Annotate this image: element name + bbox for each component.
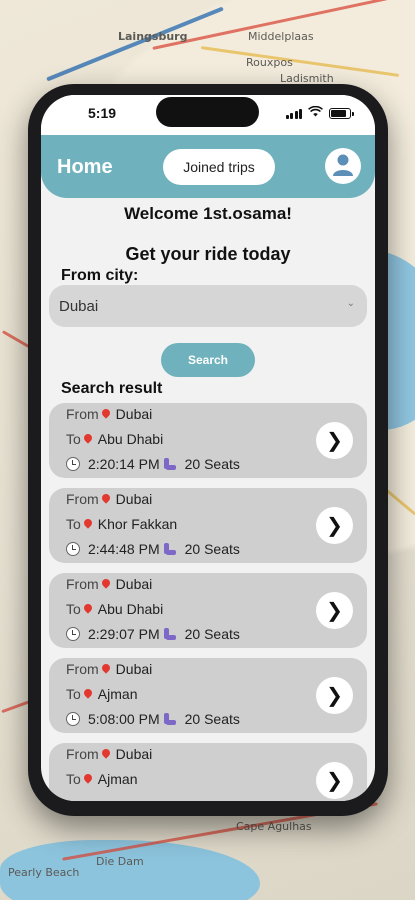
location-pin-icon [100, 747, 112, 759]
trip-from: Dubai [115, 491, 153, 507]
joined-trips-button[interactable]: Joined trips [163, 149, 275, 185]
trip-from: Dubai [115, 576, 153, 592]
location-pin-icon [82, 687, 94, 699]
location-pin-icon [100, 577, 112, 589]
clock-icon [66, 542, 80, 556]
status-time: 5:19 [88, 105, 117, 121]
map-label: Cape Agulhas [236, 820, 312, 833]
trip-time: 5:08:00 PM [88, 711, 160, 727]
chevron-right-icon[interactable]: ❯ [316, 592, 353, 629]
map-label: Middelplaas [248, 30, 314, 43]
trip-from: Dubai [115, 746, 153, 762]
clock-icon [66, 712, 80, 726]
from-city-select[interactable]: Dubai ⌄ [49, 285, 367, 327]
location-pin-icon [82, 772, 94, 784]
from-label: From [66, 661, 99, 677]
map-label: Rouxpos [246, 56, 293, 69]
wifi-icon [308, 104, 323, 122]
battery-icon [329, 107, 354, 119]
to-label: To [66, 601, 81, 617]
location-pin-icon [82, 517, 94, 529]
signal-icon [285, 108, 302, 119]
seat-icon [163, 627, 177, 641]
welcome-text: Welcome 1st.osama! [124, 204, 292, 223]
trip-card[interactable]: From Dubai To Abu Dhabi 2:29:07 PM 20 Seats… [49, 573, 367, 648]
status-bar: 5:19 [41, 95, 375, 135]
location-pin-icon [100, 492, 112, 504]
app-header: Home Joined trips [41, 135, 375, 198]
trip-to: Abu Dhabi [97, 431, 164, 447]
search-button[interactable]: Search [161, 343, 255, 377]
profile-avatar-button[interactable] [325, 148, 361, 184]
location-pin-icon [100, 407, 112, 419]
chevron-right-icon[interactable]: ❯ [316, 507, 353, 544]
trip-time: 2:20:14 PM [88, 456, 160, 472]
location-pin-icon [82, 602, 94, 614]
dynamic-island [156, 97, 259, 127]
from-label: From [66, 576, 99, 592]
trip-card[interactable]: From Dubai To Ajman ❯ [49, 743, 367, 801]
avatar-icon [330, 151, 356, 182]
chevron-right-icon[interactable]: ❯ [316, 677, 353, 714]
from-label: From [66, 406, 99, 422]
from-city-value: Dubai [59, 298, 99, 315]
map-label: Die Dam [96, 855, 144, 868]
trip-time: 2:29:07 PM [88, 626, 160, 642]
trip-to: Khor Fakkan [97, 516, 178, 532]
chevron-down-icon: ⌄ [346, 298, 355, 309]
chevron-right-icon[interactable]: ❯ [316, 762, 353, 799]
to-label: To [66, 771, 81, 787]
from-label: From [66, 491, 99, 507]
to-label: To [66, 686, 81, 702]
map-label: Pearly Beach [8, 866, 80, 879]
trip-to: Abu Dhabi [97, 601, 164, 617]
seat-icon [163, 542, 177, 556]
seat-icon [163, 457, 177, 471]
trip-to: Ajman [97, 771, 138, 787]
subtitle: Get your ride today [125, 244, 291, 264]
trip-seats: 20 Seats [184, 711, 240, 727]
from-label: From [66, 746, 99, 762]
trip-seats: 20 Seats [184, 626, 240, 642]
trip-from: Dubai [115, 661, 153, 677]
chevron-right-icon[interactable]: ❯ [316, 422, 353, 459]
seat-icon [163, 712, 177, 726]
trip-card[interactable]: From Dubai To Khor Fakkan 2:44:48 PM 20 Sea… [49, 488, 367, 563]
app-screen: 5:19 Home Joined trips Welcome 1st.osama… [41, 95, 375, 801]
page-title: Home [57, 156, 113, 178]
clock-icon [66, 627, 80, 641]
trip-from: Dubai [115, 406, 153, 422]
trip-seats: 20 Seats [184, 541, 240, 557]
trip-time: 2:44:48 PM [88, 541, 160, 557]
clock-icon [66, 457, 80, 471]
from-city-label: From city: [61, 267, 139, 284]
trip-card[interactable]: From Dubai To Abu Dhabi 2:20:14 PM 20 Seats… [49, 403, 367, 478]
search-result-label: Search result [61, 380, 163, 397]
to-label: To [66, 431, 81, 447]
trip-card[interactable]: From Dubai To Ajman 5:08:00 PM 20 Seats ❯ [49, 658, 367, 733]
trip-seats: 20 Seats [184, 456, 240, 472]
location-pin-icon [100, 662, 112, 674]
map-label: Laingsburg [118, 30, 188, 43]
location-pin-icon [82, 432, 94, 444]
trip-to: Ajman [97, 686, 138, 702]
to-label: To [66, 516, 81, 532]
